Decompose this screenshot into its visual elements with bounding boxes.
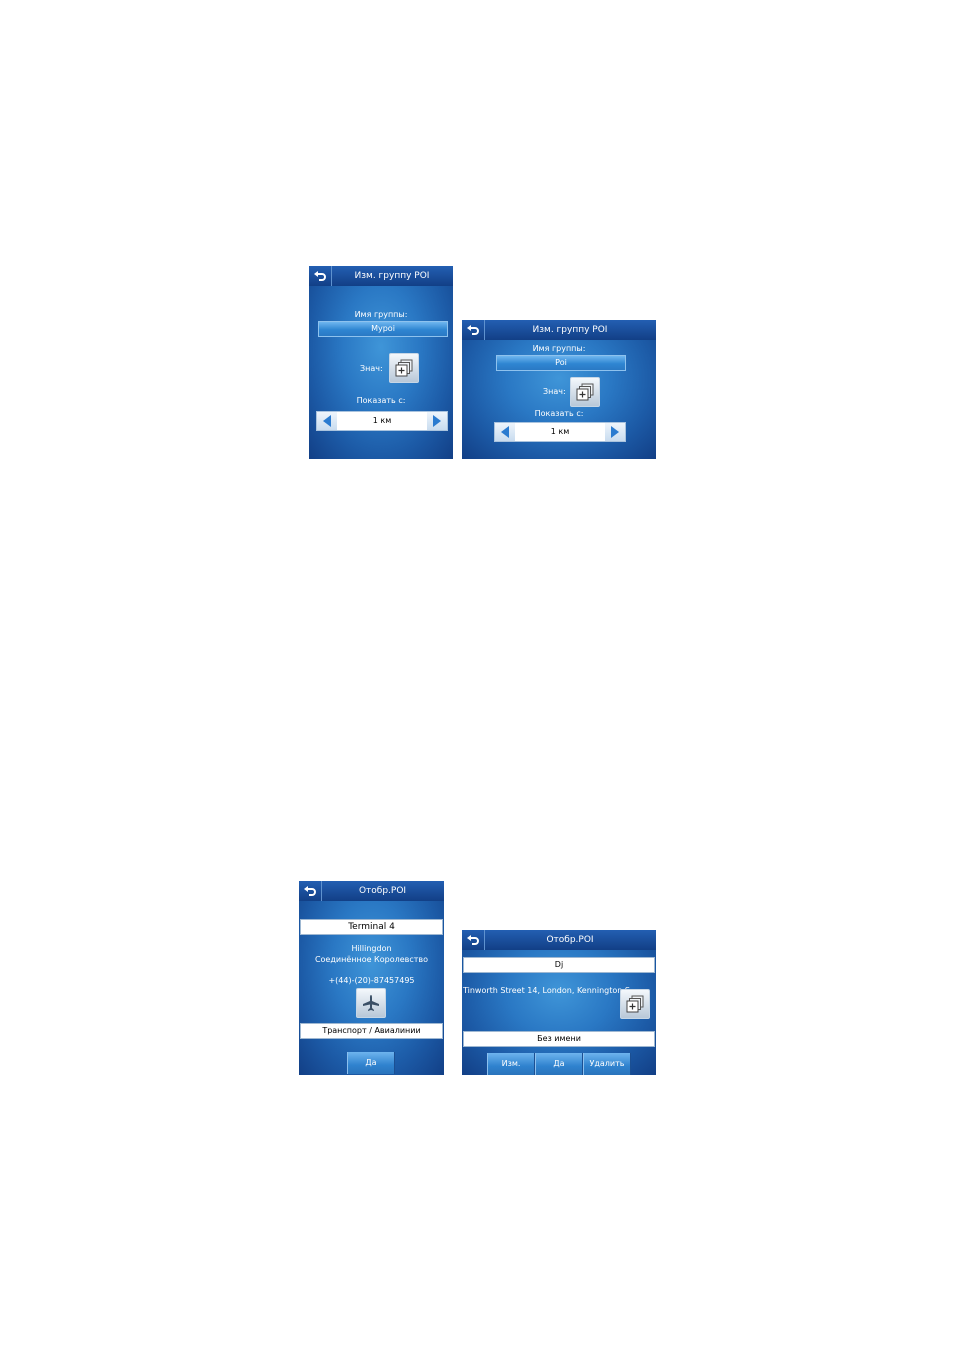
poi-group-icon	[626, 995, 644, 1013]
title-bar: Отобр.POI	[299, 881, 444, 901]
airplane-icon	[363, 995, 379, 1011]
edit-poi-group-screen-1: Изм. группу POI Имя группы: Mypoi Знач: …	[309, 266, 453, 459]
group-name-field[interactable]: Poi	[496, 355, 626, 371]
increase-button[interactable]	[605, 423, 625, 441]
poi-group-field[interactable]: Без имени	[463, 1031, 655, 1047]
poi-name-field[interactable]: Terminal 4	[300, 919, 443, 935]
poi-city: Hillingdon	[351, 944, 392, 953]
poi-name-field[interactable]: Dj	[463, 957, 655, 973]
poi-category-field[interactable]: Транспорт / Авиалинии	[300, 1023, 443, 1039]
poi-group-icon	[395, 359, 413, 377]
decrease-button[interactable]	[317, 412, 337, 430]
arrow-right-icon	[433, 415, 441, 427]
title-bar: Изм. группу POI	[309, 266, 453, 286]
icon-label: Знач:	[543, 387, 566, 396]
back-button[interactable]	[309, 266, 332, 286]
ok-button[interactable]: Да	[535, 1053, 583, 1075]
back-arrow-icon	[466, 324, 479, 335]
arrow-right-icon	[611, 426, 619, 438]
delete-button[interactable]: Удалить	[583, 1053, 631, 1075]
show-from-stepper: 1 км	[494, 422, 626, 442]
icon-label: Знач:	[360, 364, 383, 373]
edit-poi-group-screen-2: Изм. группу POI Имя группы: Poi Знач: По…	[462, 320, 656, 459]
back-button[interactable]	[299, 881, 322, 901]
show-poi-screen-1: Отобр.POI Terminal 4 Hillingdon Соединён…	[299, 881, 444, 1075]
increase-button[interactable]	[427, 412, 447, 430]
arrow-left-icon	[323, 415, 331, 427]
group-name-label: Имя группы:	[532, 344, 586, 353]
poi-country: Соединённое Королевство	[314, 955, 429, 964]
arrow-left-icon	[501, 426, 509, 438]
title-bar: Отобр.POI	[462, 930, 656, 950]
poi-phone: +(44)-(20)-87457495	[328, 976, 415, 985]
poi-category-icon-button[interactable]	[356, 988, 386, 1018]
icon-select-button[interactable]	[389, 353, 419, 383]
back-button[interactable]	[462, 930, 485, 950]
title-bar: Изм. группу POI	[462, 320, 656, 340]
back-button[interactable]	[462, 320, 485, 340]
screen-title: Отобр.POI	[358, 886, 407, 896]
back-arrow-icon	[303, 885, 316, 896]
show-from-value: 1 км	[372, 416, 392, 425]
back-arrow-icon	[313, 270, 326, 281]
edit-button[interactable]: Изм.	[487, 1053, 535, 1075]
screen-title: Изм. группу POI	[354, 271, 430, 281]
show-from-label: Показать с:	[534, 409, 584, 418]
ok-button[interactable]: Да	[347, 1052, 395, 1074]
poi-address: Tinworth Street 14, London, Kennington S	[463, 986, 630, 995]
decrease-button[interactable]	[495, 423, 515, 441]
show-from-label: Показать с:	[356, 396, 406, 405]
back-arrow-icon	[466, 934, 479, 945]
show-from-stepper: 1 км	[316, 411, 448, 431]
icon-select-button[interactable]	[570, 377, 600, 407]
group-name-field[interactable]: Mypoi	[318, 321, 448, 337]
poi-group-icon	[576, 383, 594, 401]
icon-select-button[interactable]	[620, 989, 650, 1019]
group-name-label: Имя группы:	[354, 310, 408, 319]
screen-title: Изм. группу POI	[532, 325, 608, 335]
show-from-value: 1 км	[550, 427, 570, 436]
show-poi-screen-2: Отобр.POI Dj Tinworth Street 14, London,…	[462, 930, 656, 1075]
screen-title: Отобр.POI	[546, 935, 594, 945]
